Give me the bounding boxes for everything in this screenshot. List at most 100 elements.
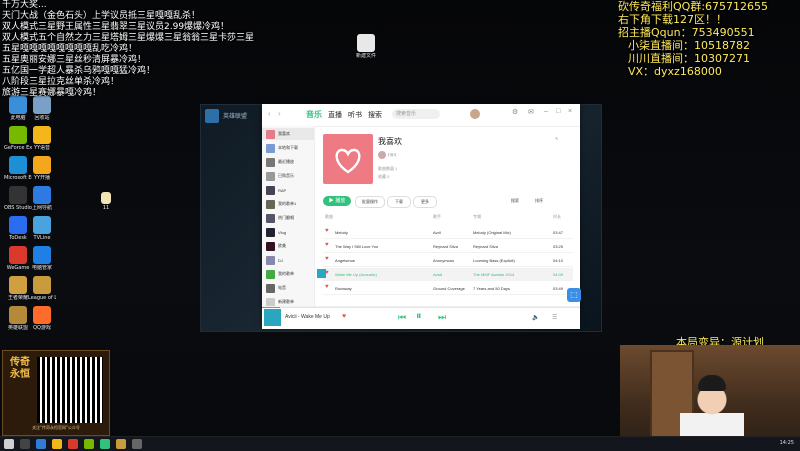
sort-button[interactable]: 排序 [529, 196, 549, 206]
forward-icon[interactable]: › [278, 109, 281, 118]
song-row[interactable]: ♥ Melody Avril Melody (Original Mix) 03:47 [323, 226, 573, 239]
heart-icon[interactable]: ♥ [325, 284, 329, 290]
sidebar-item[interactable]: 已购音乐 [262, 170, 314, 182]
sidebar-item[interactable]: 欧美 [262, 240, 314, 252]
heart-icon[interactable]: ♥ [325, 228, 329, 234]
taskbar-app-icon[interactable] [68, 439, 78, 449]
music-main: 我喜欢 川川 歌曲数量 1 收藏 0 ✎ ▶ 播放 批量操作 下载 更多 搜索 … [315, 126, 580, 306]
song-row[interactable]: ♥ Angelsmoe Anonymous Looming Bass (Explici… [323, 254, 573, 267]
desktop-file-icon-2[interactable]: 11 [92, 192, 120, 211]
back-icon[interactable]: ‹ [268, 109, 271, 118]
sidebar-item[interactable]: 我的歌单1 [262, 198, 314, 210]
song-row[interactable]: ♥ Wake Me Up (Acoustic) Avicii The MMF Awar… [317, 268, 573, 281]
tab-live[interactable]: 直播 [328, 110, 342, 120]
sidebar-item[interactable]: 本地和下载 [262, 142, 314, 154]
tab-search[interactable]: 搜索 [368, 110, 382, 120]
sidebar-item[interactable]: 热门翻唱 [262, 212, 314, 224]
settings-icon[interactable]: ⚙ [512, 108, 518, 116]
maximize-icon[interactable]: □ [556, 108, 560, 115]
overlay-line: 千万大奖... [2, 0, 47, 10]
desktop-file-icon[interactable]: 新建文件 [352, 34, 380, 59]
streamer-hair [698, 375, 726, 391]
sidebar-item[interactable]: 我的歌单 [262, 268, 314, 280]
download-button[interactable]: 下载 [387, 196, 411, 208]
desktop-app-icon[interactable]: QQ游戏 [28, 306, 56, 331]
song-row[interactable]: ♥ Runaway Ground Coverage 7 Years and 50 Da… [323, 282, 573, 295]
desktop-app-icon[interactable]: 回收站 [28, 96, 56, 121]
overlay-line: 八阶段三星拉克丝单杀冷鸡！ [2, 77, 120, 87]
playlist-icon[interactable]: ☰ [552, 314, 557, 321]
sidebar-item[interactable]: RAP [262, 184, 314, 196]
app-label: QQ游戏 [33, 325, 51, 331]
sidebar-item[interactable]: 电音 [262, 282, 314, 294]
desktop-app-icon[interactable]: 电脑管家 [28, 246, 56, 271]
sidebar-item-label: 电音 [278, 285, 286, 290]
desktop-app-icon[interactable]: YY语音 [28, 126, 56, 151]
music-topbar: ‹ › 音乐 直播 听书 搜索 搜索音乐 ⚙ ✉ – □ × [262, 104, 580, 127]
search-input[interactable]: 搜索音乐 [392, 109, 440, 119]
desktop-app-icon[interactable]: League of Legends [28, 276, 56, 301]
heart-icon[interactable]: ♥ [325, 256, 329, 262]
song-cover [317, 269, 326, 278]
play-all-button[interactable]: ▶ 播放 [323, 196, 351, 206]
game-logo-icon [205, 109, 219, 123]
promo-brand: 传奇永恒 [10, 357, 30, 380]
start-icon[interactable] [4, 439, 14, 449]
taskbar-app-icon[interactable] [84, 439, 94, 449]
batch-button[interactable]: 批量操作 [355, 196, 385, 208]
sidebar-item[interactable]: Vlog [262, 226, 314, 238]
mail-icon[interactable]: ✉ [528, 108, 534, 116]
tab-books[interactable]: 听书 [348, 110, 362, 120]
close-icon[interactable]: × [568, 108, 572, 115]
sidebar-item[interactable]: 最近播放 [262, 156, 314, 168]
desktop-app-icon[interactable]: 上网导航 [28, 186, 56, 211]
minimize-icon[interactable]: – [544, 108, 548, 115]
taskbar-app-icon[interactable] [36, 439, 46, 449]
desktop-app-icon[interactable]: TVLine [28, 216, 56, 241]
desktop-app-icon[interactable]: YY开播 [28, 156, 56, 181]
avatar[interactable] [470, 109, 480, 119]
overlay-line: 招主播Qqun：753490551 [618, 26, 755, 39]
overlay-line: 双人模式三星野王属性三星翡翠三星议员2.99爆爆冷鸡！ [2, 22, 230, 32]
search-list-button[interactable]: 搜索 [505, 196, 525, 206]
heart-icon[interactable]: ♥ [325, 242, 329, 248]
taskbar-app-icon[interactable] [132, 439, 142, 449]
song-artist: Reynard Silva [433, 244, 458, 249]
app-label: YY语音 [33, 145, 51, 151]
now-playing-cover[interactable] [264, 309, 281, 326]
volume-icon[interactable]: 🔈 [532, 314, 539, 321]
music-app-window[interactable]: ‹ › 音乐 直播 听书 搜索 搜索音乐 ⚙ ✉ – □ × 我喜欢本地和下载最… [262, 104, 580, 329]
taskbar-app-icon[interactable] [52, 439, 62, 449]
more-button[interactable]: 更多 [413, 196, 437, 208]
song-row[interactable]: ♥ The Way I Still Love You Reynard Silva Re… [323, 240, 573, 253]
playlist-meta: 歌曲数量 1 [378, 166, 398, 171]
song-album: 7 Years and 50 Days [473, 286, 510, 291]
playlist-thumb [266, 199, 275, 209]
progress-bar[interactable] [262, 307, 580, 308]
sidebar-item[interactable]: DJ [262, 254, 314, 266]
previous-icon[interactable]: ⏮ [398, 312, 406, 323]
playlist-thumb [266, 269, 275, 279]
song-time: 03:25 [553, 244, 564, 249]
taskbar-app-icon[interactable] [100, 439, 110, 449]
next-icon[interactable]: ⏭ [438, 312, 446, 323]
floating-widget-icon[interactable]: ⬚ [567, 288, 581, 302]
music-sidebar: 我喜欢本地和下载最近播放已购音乐 RAP 我的歌单1 热门翻唱 Vlog 欧美 DJ 我的歌单… [262, 126, 315, 307]
song-album: Reynard Silva [473, 244, 498, 249]
song-artist: Avril [433, 230, 441, 235]
edit-button[interactable]: ✎ [555, 136, 558, 141]
playlist-thumb [266, 185, 275, 195]
playlist-thumb [266, 213, 275, 223]
like-icon[interactable]: ♥ [342, 313, 346, 320]
taskbar-app-icon[interactable] [116, 439, 126, 449]
sidebar-item[interactable]: 我喜欢 [262, 128, 314, 140]
pause-icon[interactable]: ⏸ [416, 310, 422, 323]
overlay-line: 川川直播间：10307271 [628, 52, 750, 65]
tab-music[interactable]: 音乐 [306, 109, 322, 120]
sidebar-item-label: 已购音乐 [278, 173, 294, 178]
overlay-line: 五星嘎嘎嘎嘎嘎嘎嘎嘎乱吃冷鸡！ [2, 44, 138, 54]
promo-qr-panel: 传奇永恒 关注"传奇永恒官网"公众号 [2, 350, 110, 436]
playlist-owner[interactable]: 川川 [378, 151, 396, 159]
app-label: 电脑管家 [31, 265, 52, 271]
search-icon[interactable] [20, 439, 30, 449]
